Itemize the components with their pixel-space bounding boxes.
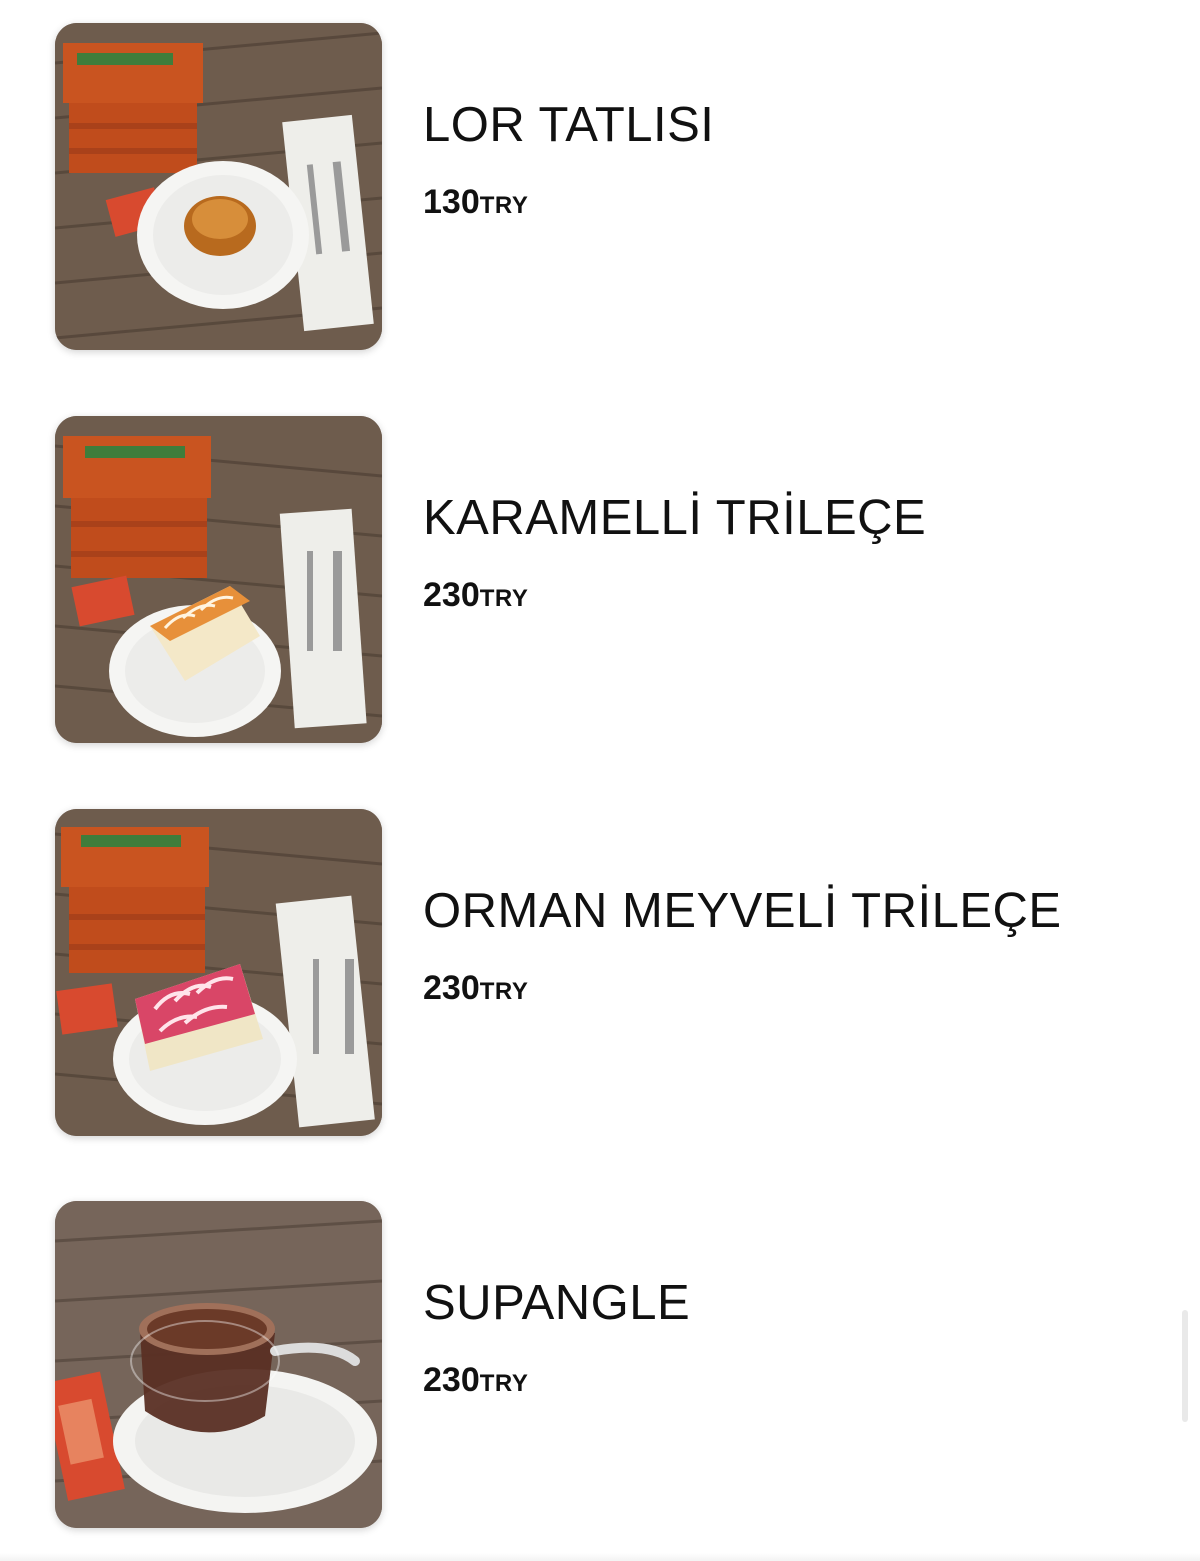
menu-item[interactable]: KARAMELLİ TRİLEÇE 230TRY [0,393,1200,743]
item-price: 230TRY [423,1360,690,1407]
scrollbar[interactable] [1182,1310,1188,1422]
menu-item[interactable]: LOR TATLISI 130TRY [0,0,1200,350]
item-info: KARAMELLİ TRİLEÇE 230TRY [423,488,926,622]
item-name: LOR TATLISI [423,98,715,152]
karamelli-trilece-photo[interactable] [55,416,382,743]
item-info: LOR TATLISI 130TRY [423,95,714,229]
dessert-image [55,1201,382,1528]
supangle-photo[interactable] [55,1201,382,1528]
item-name: KARAMELLİ TRİLEÇE [423,491,927,545]
item-price: 230TRY [423,575,926,622]
dessert-image [55,809,382,1136]
item-price: 130TRY [423,182,714,229]
lor-tatlisi-photo[interactable] [55,23,382,350]
price-currency: TRY [479,585,529,612]
price-currency: TRY [479,1370,529,1397]
bottom-edge [0,1553,1200,1561]
item-info: SUPANGLE 230TRY [423,1273,690,1407]
price-currency: TRY [479,192,529,219]
dessert-menu: LOR TATLISI 130TRY KARAMELLİ TRİLEÇE 230… [0,0,1200,1561]
item-info: ORMAN MEYVELİ TRİLEÇE 230TRY [423,881,1062,1015]
item-price: 230TRY [423,968,1062,1015]
menu-item[interactable]: SUPANGLE 230TRY [0,1178,1200,1528]
price-amount: 230 [423,576,480,614]
price-amount: 130 [423,183,480,221]
item-name: SUPANGLE [423,1276,691,1330]
menu-item[interactable]: ORMAN MEYVELİ TRİLEÇE 230TRY [0,786,1200,1136]
price-amount: 230 [423,969,480,1007]
dessert-image [55,23,382,350]
price-currency: TRY [479,978,529,1005]
item-name: ORMAN MEYVELİ TRİLEÇE [423,884,1062,938]
price-amount: 230 [423,1361,480,1399]
orman-meyveli-trilece-photo[interactable] [55,809,382,1136]
dessert-image [55,416,382,743]
